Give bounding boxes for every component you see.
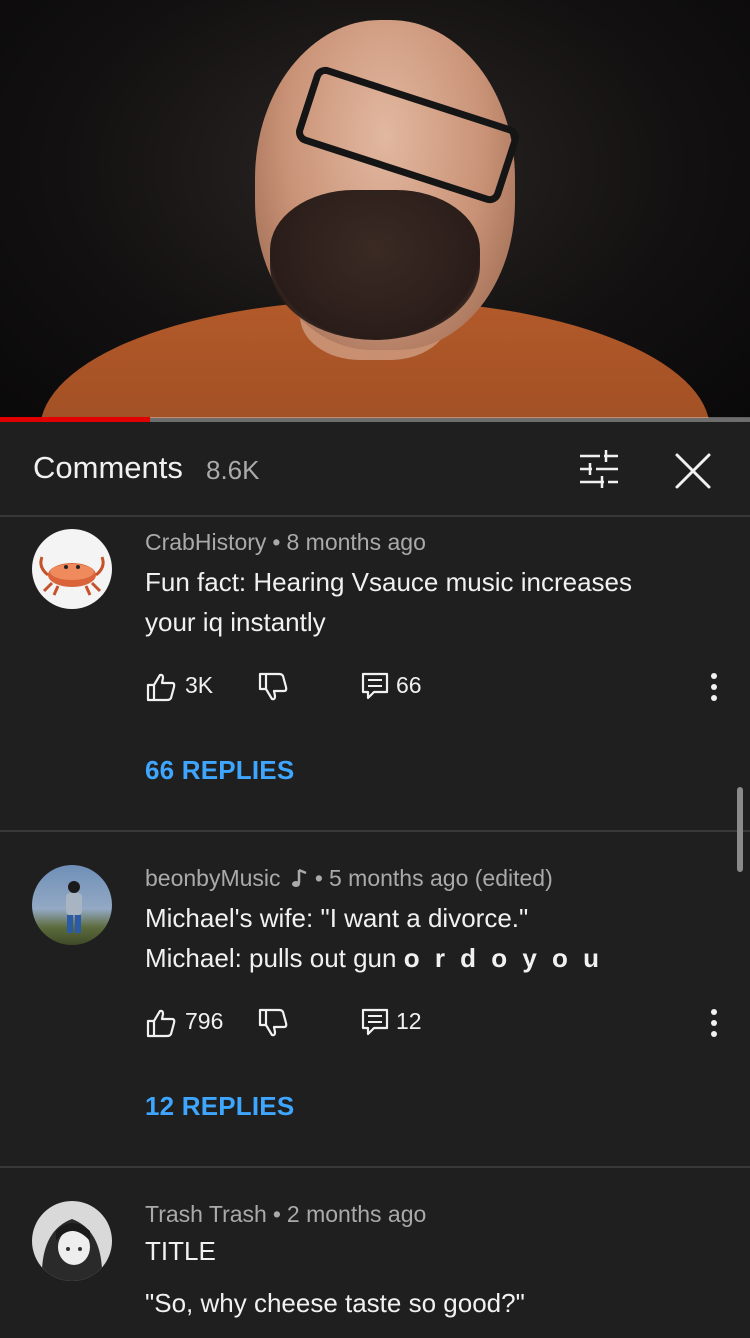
reply-count: 66 (396, 672, 422, 698)
comment-actions: 3K 66 (145, 667, 725, 707)
video-frame-beard (270, 190, 480, 340)
video-player[interactable] (0, 0, 750, 418)
comment-time: 5 months ago (edited) (328, 865, 553, 891)
close-icon[interactable] (670, 448, 716, 494)
view-replies-button[interactable]: 66 REPLIES (145, 755, 294, 786)
scrollbar[interactable] (737, 787, 743, 872)
thumbs-up-icon[interactable] (145, 1007, 177, 1039)
comment-text-line: "So, why cheese taste so good?" (145, 1288, 525, 1318)
avatar[interactable] (32, 865, 112, 945)
comment-time: 8 months ago (286, 529, 426, 555)
crab-avatar-icon (39, 556, 105, 596)
comments-header: Comments 8.6K (0, 422, 750, 517)
more-vert-icon[interactable] (702, 1005, 726, 1041)
thumbs-down-icon[interactable] (257, 1007, 289, 1039)
comment-meta: Trash Trash • 2 months ago (145, 1201, 427, 1227)
comment-text: Fun fact: Hearing Vsauce music increases… (145, 562, 705, 642)
comment-text: Michael's wife: "I want a divorce." Mich… (145, 898, 705, 978)
comments-title: Comments (33, 450, 183, 485)
comments-panel: Comments 8.6K CrabHistory • 8 months ago… (0, 422, 750, 1334)
reply-count: 12 (396, 1008, 422, 1034)
avatar[interactable] (32, 1201, 112, 1281)
person-avatar-icon (66, 881, 82, 933)
comments-count: 8.6K (206, 455, 260, 485)
comment-text-bold: o r d o y o u (403, 943, 604, 973)
avatar[interactable] (32, 529, 112, 609)
comment-text-line: Michael: pulls out gun o r d o y o u (145, 938, 705, 978)
comment-item: CrabHistory • 8 months ago Fun fact: Heari… (0, 517, 750, 832)
comment-text-line: TITLE (145, 1236, 216, 1266)
comment-author[interactable]: Trash Trash (145, 1201, 267, 1227)
reply-icon[interactable] (360, 1007, 390, 1037)
reply-icon[interactable] (360, 671, 390, 701)
thumbs-down-icon[interactable] (257, 671, 289, 703)
comment-author[interactable]: CrabHistory (145, 529, 266, 555)
comment-meta: CrabHistory • 8 months ago (145, 529, 426, 555)
comment-text-line: Fun fact: Hearing Vsauce music increases (145, 567, 632, 597)
comment-text-line: Michael's wife: "I want a divorce." (145, 903, 529, 933)
comment-text: TITLE "So, why cheese taste so good?" (145, 1234, 705, 1338)
comment-time: 2 months ago (286, 1201, 427, 1227)
comment-text-line: your iq instantly (145, 607, 326, 637)
comment-text-prefix: Michael: pulls out gun (145, 943, 404, 973)
comment-author[interactable]: beonbyMusic (145, 865, 281, 891)
comment-actions: 796 12 (145, 1003, 725, 1043)
comment-item: beonbyMusic • 5 months ago (edited) Micha… (0, 832, 750, 1168)
view-replies-button[interactable]: 12 REPLIES (145, 1091, 294, 1122)
sort-filter-icon[interactable] (578, 448, 620, 490)
music-note-icon (291, 868, 307, 887)
more-vert-icon[interactable] (702, 669, 726, 705)
comment-item: Trash Trash • 2 months ago TITLE "So, why … (0, 1168, 750, 1334)
thumbs-up-icon[interactable] (145, 671, 177, 703)
like-count: 3K (185, 672, 214, 698)
anime-avatar-icon (41, 1219, 103, 1281)
like-count: 796 (185, 1008, 224, 1034)
comment-meta: beonbyMusic • 5 months ago (edited) (145, 865, 553, 891)
